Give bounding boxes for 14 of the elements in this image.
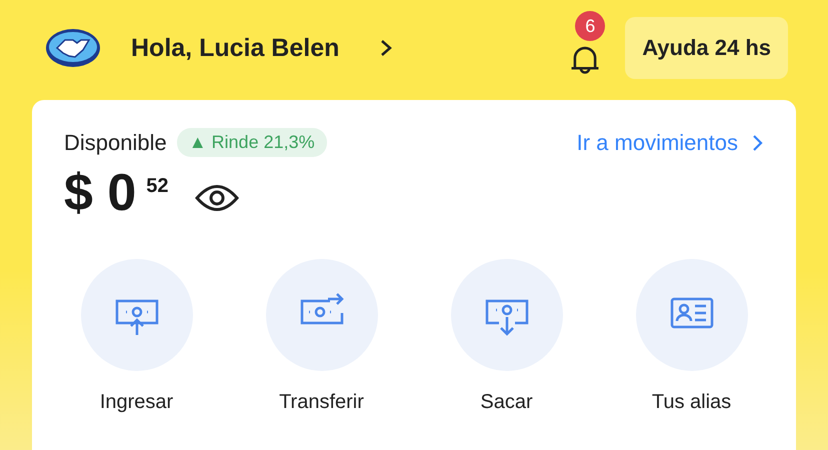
action-label[interactable]: Transferir xyxy=(279,391,364,414)
movements-link[interactable]: Ir a movimientos xyxy=(576,130,764,156)
balance-amount: $ 0 xyxy=(64,163,136,223)
action-label[interactable]: Sacar xyxy=(480,391,533,414)
yield-badge: ▲ Rinde 21,3% xyxy=(176,128,327,157)
notification-badge: 6 xyxy=(575,11,606,41)
action-label[interactable]: Ingresar xyxy=(100,391,174,414)
balance-cents: 52 xyxy=(146,175,169,198)
chevron-right-icon[interactable] xyxy=(379,39,394,57)
help-button[interactable]: Ayuda 24 hs xyxy=(625,17,788,79)
action-label[interactable]: Tus alias xyxy=(652,391,732,414)
available-label: Disponible xyxy=(64,130,167,156)
greeting[interactable]: Hola, Lucia Belen xyxy=(131,34,340,62)
eye-icon[interactable] xyxy=(194,183,239,213)
